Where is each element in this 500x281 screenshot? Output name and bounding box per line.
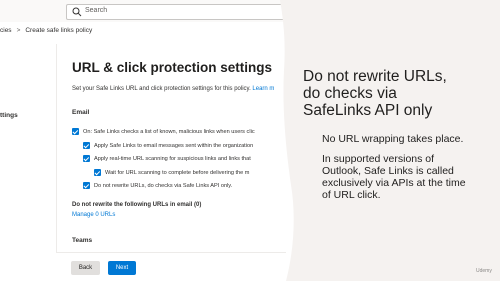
search-icon xyxy=(72,7,82,17)
overlay-paragraph-line: Outlook, Safe Links is called xyxy=(322,165,454,177)
checkbox-label: On: Safe Links checks a list of known, m… xyxy=(83,128,255,135)
back-button[interactable]: Back xyxy=(71,261,100,275)
wait-scanning-checkbox[interactable]: Wait for URL scanning to complete before… xyxy=(94,169,249,176)
checkbox-checked-icon xyxy=(94,169,101,176)
overlay-paragraph-2: In supported versions of Outlook, Safe L… xyxy=(322,153,466,201)
breadcrumb: cies > Create safe links policy xyxy=(0,27,92,34)
search-input[interactable]: Search xyxy=(66,4,289,20)
do-not-rewrite-heading: Do not rewrite the following URLs in ema… xyxy=(72,202,202,208)
overlay-paragraph-line: exclusively via APIs at the time xyxy=(322,177,466,189)
email-section-heading: Email xyxy=(72,109,90,116)
overlay-paragraph-line: In supported versions of xyxy=(322,153,435,165)
search-placeholder: Search xyxy=(85,7,108,14)
checkbox-label: Apply Safe Links to email messages sent … xyxy=(94,142,254,149)
checkbox-checked-icon xyxy=(83,142,90,149)
page-subtitle: Set your Safe Links URL and click protec… xyxy=(72,86,274,92)
overlay-title-line: SafeLinks API only xyxy=(303,102,433,119)
settings-panel xyxy=(56,44,286,281)
manage-urls-link[interactable]: Manage 0 URLs xyxy=(72,212,115,218)
top-bar: Search xyxy=(0,0,300,22)
realtime-scanning-checkbox[interactable]: Apply real-time URL scanning for suspici… xyxy=(83,155,251,162)
checkbox-label: Wait for URL scanning to complete before… xyxy=(105,169,250,176)
checkbox-checked-icon xyxy=(72,128,79,135)
do-not-rewrite-checkbox[interactable]: Do not rewrite URLs, do checks via Safe … xyxy=(83,182,232,189)
checkbox-checked-icon xyxy=(83,155,90,162)
next-button[interactable]: Next xyxy=(108,261,136,275)
watermark: Udemy xyxy=(476,268,492,274)
overlay-title-line: do checks via xyxy=(303,85,397,102)
checkbox-checked-icon xyxy=(83,182,90,189)
subtitle-text: Set your Safe Links URL and click protec… xyxy=(72,86,251,92)
safe-links-checkbox[interactable]: On: Safe Links checks a list of known, m… xyxy=(72,128,255,135)
learn-more-link[interactable]: Learn m xyxy=(252,86,274,92)
internal-messages-checkbox[interactable]: Apply Safe Links to email messages sent … xyxy=(83,142,253,149)
checkbox-label: Apply real-time URL scanning for suspici… xyxy=(94,155,251,162)
checkbox-label: Do not rewrite URLs, do checks via Safe … xyxy=(94,182,233,189)
page-title: URL & click protection settings xyxy=(72,60,273,75)
teams-section-heading: Teams xyxy=(72,237,93,244)
overlay-title-line: Do not rewrite URLs, xyxy=(303,68,447,85)
overlay-paragraph-line: of URL click. xyxy=(322,189,381,201)
breadcrumb-separator: > xyxy=(16,27,21,34)
overlay-title: Do not rewrite URLs, do checks via SafeL… xyxy=(303,68,447,119)
breadcrumb-item[interactable]: Create safe links policy xyxy=(25,27,92,34)
breadcrumb-item[interactable]: cies xyxy=(0,27,12,34)
nav-item-settings[interactable]: ttings xyxy=(0,112,18,119)
overlay-paragraph-1: No URL wrapping takes place. xyxy=(322,133,464,145)
